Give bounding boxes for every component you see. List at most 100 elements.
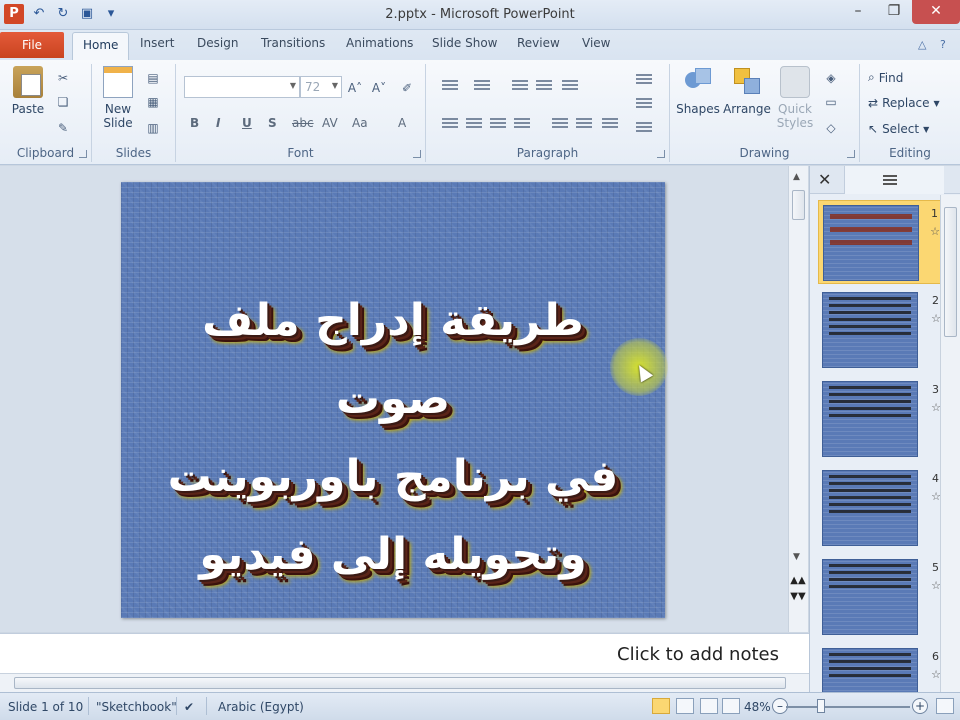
new-slide-button[interactable]: New Slide bbox=[98, 66, 138, 130]
align-right-icon[interactable] bbox=[490, 118, 506, 132]
tab-insert[interactable]: Insert bbox=[140, 36, 174, 50]
slide-thumbnail[interactable]: 1 ☆ bbox=[818, 200, 943, 284]
layout-icon[interactable]: ▤ bbox=[144, 70, 162, 86]
format-painter-icon[interactable]: ✎ bbox=[54, 120, 72, 136]
close-pane-icon[interactable]: ✕ bbox=[818, 170, 831, 189]
quick-styles-button[interactable]: Quick Styles bbox=[774, 66, 816, 130]
arrange-icon bbox=[732, 66, 762, 98]
scroll-up-icon[interactable]: ▲ bbox=[793, 172, 800, 182]
numbering-icon[interactable] bbox=[474, 80, 490, 94]
language-indicator[interactable]: Arabic (Egypt) bbox=[218, 700, 304, 714]
slide-thumbnail[interactable]: 6 ☆ bbox=[818, 644, 943, 692]
notes-pane[interactable]: Click to add notes bbox=[0, 633, 809, 673]
select-button[interactable]: ↖ Select ▼ bbox=[868, 122, 929, 136]
section-icon[interactable]: ▥ bbox=[144, 120, 162, 136]
font-launcher-icon[interactable] bbox=[413, 150, 421, 158]
horizontal-scrollbar[interactable] bbox=[0, 673, 809, 692]
help-icon[interactable]: ? bbox=[940, 38, 946, 51]
align-center-icon[interactable] bbox=[466, 118, 482, 132]
spell-check-icon[interactable]: ✔ bbox=[184, 700, 194, 714]
scroll-down-icon[interactable]: ▼ bbox=[793, 552, 800, 562]
slide-thumbnail[interactable]: 4 ☆ bbox=[818, 466, 943, 550]
shapes-button[interactable]: Shapes bbox=[676, 66, 720, 116]
select-label: Select bbox=[882, 122, 920, 136]
tab-animations[interactable]: Animations bbox=[346, 36, 413, 50]
reading-view-icon[interactable] bbox=[700, 698, 718, 714]
font-name-combo[interactable]: ▼ bbox=[184, 76, 300, 98]
paste-button[interactable]: Paste bbox=[8, 66, 48, 116]
next-slide-icon[interactable]: ▼▼ bbox=[788, 589, 808, 605]
cut-icon[interactable]: ✂ bbox=[54, 70, 72, 86]
zoom-in-icon[interactable]: + bbox=[912, 698, 928, 714]
copy-icon[interactable]: ❏ bbox=[54, 94, 72, 110]
replace-label: Replace bbox=[882, 96, 930, 110]
minimize-ribbon-icon[interactable]: △ bbox=[918, 38, 926, 51]
ltr-icon[interactable] bbox=[576, 118, 592, 132]
zoom-level[interactable]: 48% bbox=[744, 700, 771, 714]
slide-show-icon[interactable] bbox=[722, 698, 740, 714]
zoom-slider[interactable] bbox=[786, 706, 910, 708]
slide-vertical-scrollbar[interactable]: ▲ ▼ bbox=[788, 166, 808, 632]
replace-button[interactable]: ⇄ Replace ▼ bbox=[868, 96, 940, 110]
line-spacing-icon[interactable] bbox=[562, 80, 578, 94]
clipboard-launcher-icon[interactable] bbox=[79, 150, 87, 158]
previous-slide-icon[interactable]: ▲▲ bbox=[788, 573, 808, 589]
justify-icon[interactable] bbox=[514, 118, 530, 132]
decrease-indent-icon[interactable] bbox=[512, 80, 528, 94]
clear-formatting-icon[interactable]: ✐ bbox=[398, 80, 416, 96]
tab-transitions[interactable]: Transitions bbox=[261, 36, 325, 50]
strikethrough-button[interactable]: abc bbox=[292, 116, 314, 130]
change-case-button[interactable]: Aa bbox=[352, 116, 368, 130]
tab-file[interactable]: File bbox=[0, 32, 64, 58]
slide-thumbnail[interactable]: 3 ☆ bbox=[818, 377, 943, 461]
font-color-button[interactable]: A bbox=[398, 116, 406, 130]
tab-slide-show[interactable]: Slide Show bbox=[432, 36, 497, 50]
shape-outline-icon[interactable]: ▭ bbox=[822, 94, 840, 110]
slide-thumbnail[interactable]: 2 ☆ bbox=[818, 288, 943, 372]
slide-title-text[interactable]: طريقة إدراج ملف صوت في برنامج باوربوينت … bbox=[141, 282, 645, 594]
arrange-button[interactable]: Arrange bbox=[722, 66, 772, 116]
tab-design[interactable]: Design bbox=[197, 36, 238, 50]
slide-thumbnail[interactable]: 5 ☆ bbox=[818, 555, 943, 639]
columns-icon[interactable] bbox=[602, 118, 618, 132]
horizontal-scroll-thumb[interactable] bbox=[14, 677, 786, 689]
scroll-thumb[interactable] bbox=[792, 190, 805, 220]
underline-button[interactable]: U bbox=[242, 116, 252, 130]
rtl-icon[interactable] bbox=[552, 118, 568, 132]
bold-button[interactable]: B bbox=[190, 116, 199, 130]
tab-view[interactable]: View bbox=[582, 36, 610, 50]
reset-icon[interactable]: ▦ bbox=[144, 94, 162, 110]
zoom-slider-knob[interactable] bbox=[817, 699, 825, 713]
minimize-icon[interactable]: – bbox=[840, 0, 876, 24]
close-icon[interactable]: ✕ bbox=[912, 0, 960, 24]
current-slide[interactable]: طريقة إدراج ملف صوت في برنامج باوربوينت … bbox=[121, 182, 665, 618]
paragraph-launcher-icon[interactable] bbox=[657, 150, 665, 158]
align-left-icon[interactable] bbox=[442, 118, 458, 132]
outline-tab[interactable] bbox=[844, 166, 944, 194]
thumbnail-scroll-thumb[interactable] bbox=[944, 207, 957, 337]
fit-to-window-icon[interactable] bbox=[936, 698, 954, 714]
increase-indent-icon[interactable] bbox=[536, 80, 552, 94]
group-font: ▼ 72 ▼ A˄ A˅ ✐ B I U S abc AV Aa A Font bbox=[176, 64, 426, 162]
thumbnail-scrollbar[interactable] bbox=[940, 195, 960, 692]
grow-font-icon[interactable]: A˄ bbox=[346, 80, 364, 96]
character-spacing-button[interactable]: AV bbox=[322, 116, 338, 130]
maximize-icon[interactable]: ❐ bbox=[876, 0, 912, 24]
shape-effects-icon[interactable]: ◇ bbox=[822, 120, 840, 136]
italic-button[interactable]: I bbox=[216, 116, 220, 130]
normal-view-icon[interactable] bbox=[652, 698, 670, 714]
tab-review[interactable]: Review bbox=[517, 36, 560, 50]
smartart-icon[interactable] bbox=[636, 122, 652, 136]
find-button[interactable]: ⌕ Find bbox=[868, 70, 903, 85]
font-size-combo[interactable]: 72 ▼ bbox=[300, 76, 342, 98]
slides-thumbnail-pane: ✕ 1 ☆ 2 ☆ 3 ☆ 4 ☆ 5 ☆ 6 ☆ bbox=[809, 166, 960, 692]
shape-fill-icon[interactable]: ◈ bbox=[822, 70, 840, 86]
slide-sorter-icon[interactable] bbox=[676, 698, 694, 714]
drawing-launcher-icon[interactable] bbox=[847, 150, 855, 158]
bullets-icon[interactable] bbox=[442, 80, 458, 94]
shrink-font-icon[interactable]: A˅ bbox=[370, 80, 388, 96]
tab-home[interactable]: Home bbox=[72, 32, 130, 60]
text-direction-icon[interactable] bbox=[636, 74, 652, 88]
align-text-icon[interactable] bbox=[636, 98, 652, 112]
shadow-button[interactable]: S bbox=[268, 116, 277, 130]
